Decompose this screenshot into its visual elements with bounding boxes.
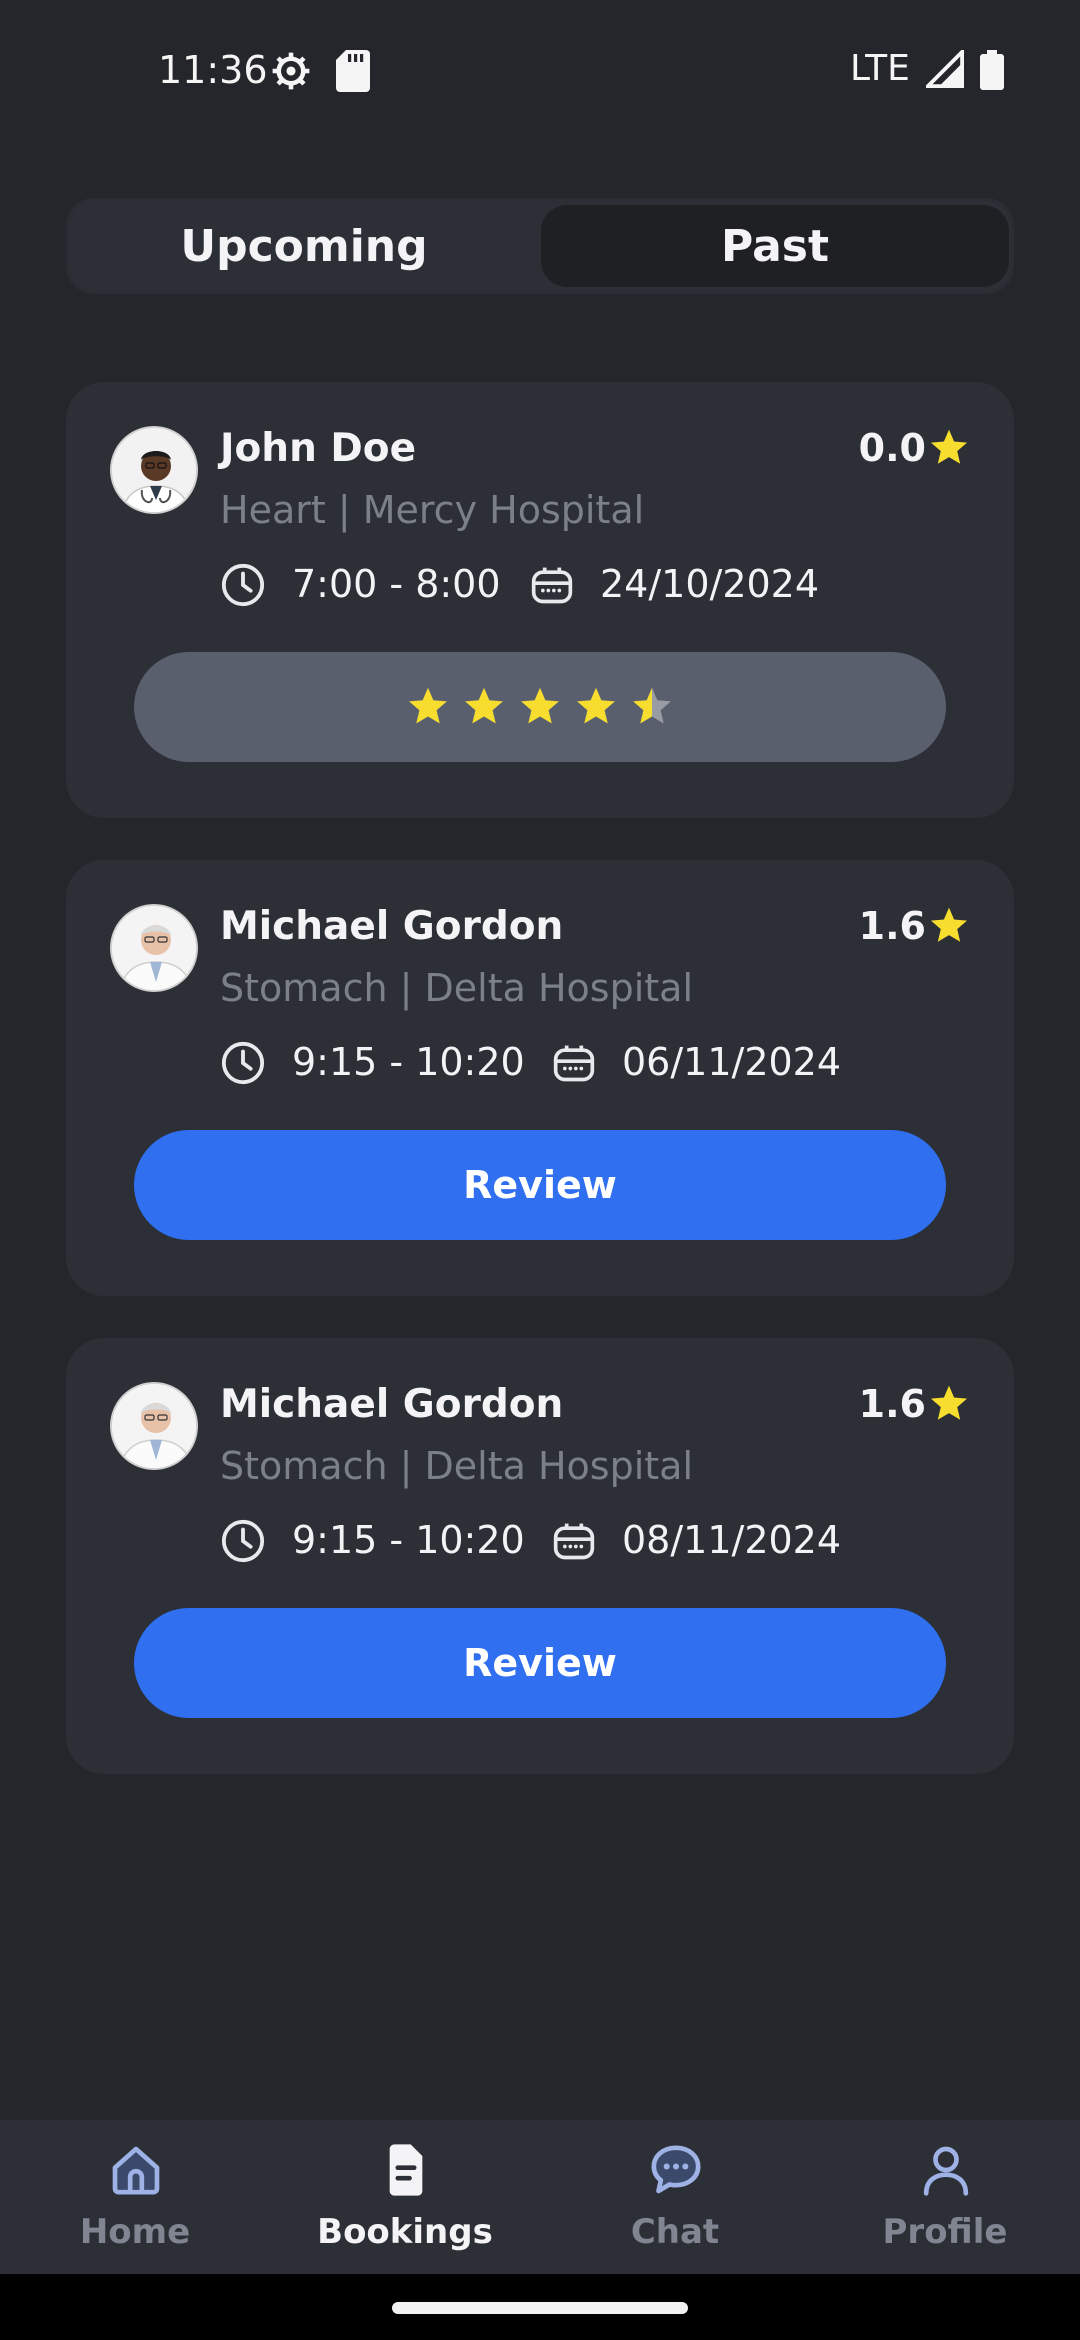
star-icon[interactable] [406,685,450,729]
home-icon [112,2146,160,2195]
nav-profile[interactable]: Profile [810,2120,1080,2274]
booking-card[interactable]: John Doe 0.0 Heart | Mercy Hospital 7:00… [66,382,1014,818]
doctor-rating: 1.6 [859,1382,970,1426]
appointment-time: 7:00 - 8:00 [292,562,501,606]
calendar-icon [553,1523,595,1560]
star-icon [930,429,968,464]
calendar-icon [531,567,573,604]
status-time: 11:36 [158,48,268,92]
user-star-rating[interactable] [134,652,946,762]
booking-tabs: Upcoming Past [66,198,1014,294]
status-bar: 11:36 LTE [0,0,1080,140]
battery-icon [980,50,1004,90]
doctor-avatar [110,904,198,992]
gesture-bar [0,2274,1080,2340]
signal-icon [926,50,964,88]
rating-value: 1.6 [858,1382,926,1426]
nav-home[interactable]: Home [0,2120,270,2274]
clock-icon [221,1519,265,1563]
chat-bubble-icon [651,2145,701,2194]
nav-label: Chat [630,2212,720,2252]
booking-card[interactable]: Michael Gordon 1.6 Stomach | Delta Hospi… [66,1338,1014,1774]
bottom-navigation: Home Bookings Chat Profile [0,2120,1080,2274]
star-icon [930,907,968,942]
specialty-hospital: Stomach | Delta Hospital [220,966,694,1010]
nav-bookings[interactable]: Bookings [270,2120,540,2274]
tab-past[interactable]: Past [541,205,1009,287]
rating-value: 0.0 [858,426,926,470]
nav-label: Home [79,2212,191,2252]
tab-upcoming[interactable]: Upcoming [69,201,539,291]
appointment-date: 24/10/2024 [600,562,820,606]
star-icon[interactable] [518,685,562,729]
person-icon [923,2146,969,2196]
clock-icon [221,563,265,607]
appointment-time: 9:15 - 10:20 [292,1040,525,1084]
calendar-icon [553,1045,595,1082]
doctor-avatar [110,1382,198,1470]
review-button[interactable]: Review [134,1130,946,1240]
home-indicator[interactable] [392,2302,688,2314]
doctor-name: John Doe [220,426,417,471]
star-icon [930,1385,968,1420]
doctor-name: Michael Gordon [220,904,564,949]
doctor-name: Michael Gordon [220,1382,564,1427]
doctor-avatar [110,426,198,514]
sd-card-icon [336,50,370,92]
document-icon [389,2144,423,2196]
network-type: LTE [850,48,910,89]
star-icon[interactable] [574,685,618,729]
doctor-rating: 1.6 [859,904,970,948]
nav-chat[interactable]: Chat [540,2120,810,2274]
appointment-date: 06/11/2024 [622,1040,842,1084]
specialty-hospital: Stomach | Delta Hospital [220,1444,694,1488]
specialty-hospital: Heart | Mercy Hospital [220,488,645,532]
appointment-date: 08/11/2024 [622,1518,842,1562]
half-star-icon[interactable] [630,685,674,729]
nav-label: Bookings [317,2212,493,2252]
review-button[interactable]: Review [134,1608,946,1718]
settings-gear-icon [272,52,310,90]
appointment-time: 9:15 - 10:20 [292,1518,525,1562]
doctor-rating: 0.0 [859,426,970,470]
booking-card[interactable]: Michael Gordon 1.6 Stomach | Delta Hospi… [66,860,1014,1296]
rating-value: 1.6 [858,904,926,948]
nav-label: Profile [882,2212,1008,2252]
clock-icon [221,1041,265,1085]
star-icon[interactable] [462,685,506,729]
